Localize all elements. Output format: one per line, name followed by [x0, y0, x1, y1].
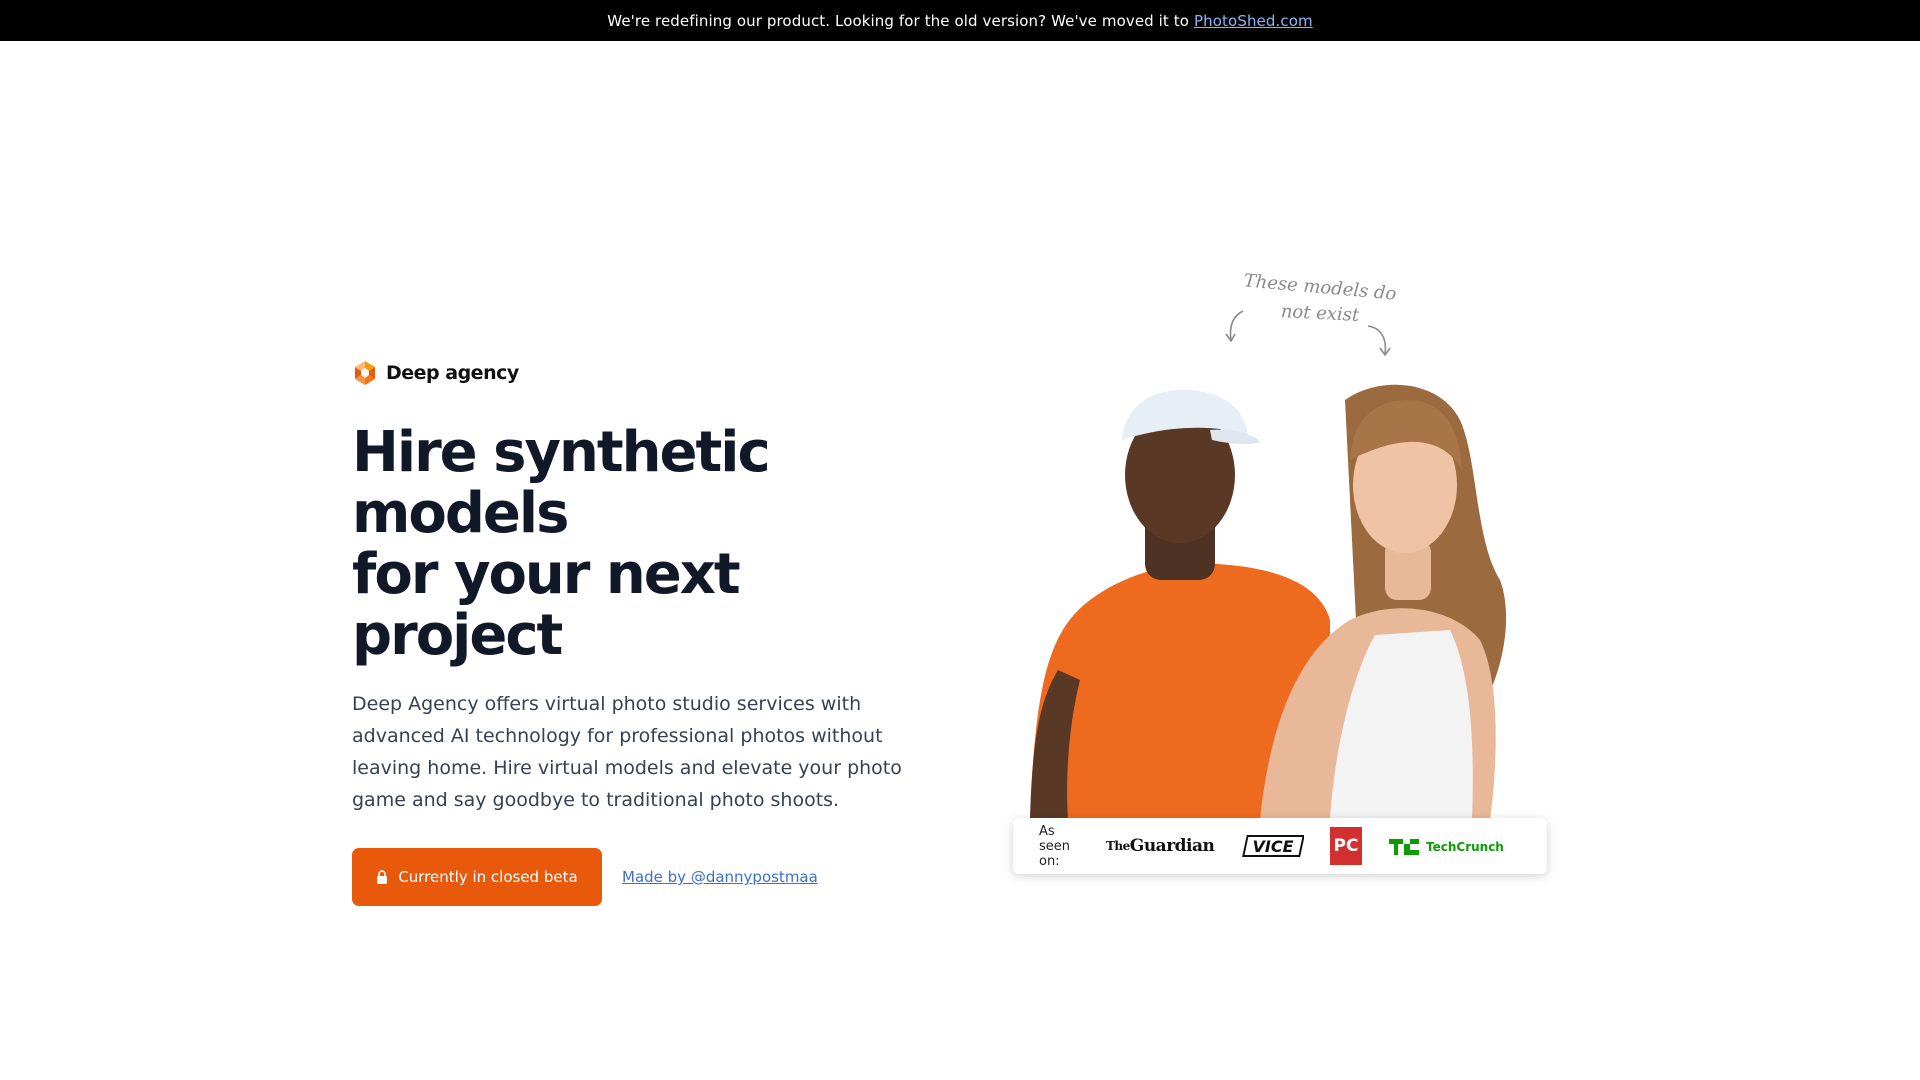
guardian-logo-line1: The — [1106, 838, 1130, 853]
brand[interactable]: Deep agency — [352, 360, 932, 386]
brand-name: Deep agency — [386, 362, 519, 384]
techcrunch-logo: TechCrunch — [1388, 835, 1508, 857]
handwritten-note: These models do not exist — [1230, 270, 1410, 326]
press-bar: As seen on: The Guardian VICE PC TechCru… — [1013, 818, 1547, 874]
vice-logo: VICE — [1240, 834, 1305, 858]
hero-section: Deep agency Hire synthetic models for yo… — [352, 360, 932, 906]
headline-line-2: for your next project — [352, 542, 741, 668]
page-title: Hire synthetic models for your next proj… — [352, 422, 932, 666]
models-illustration: These models do not exist — [1010, 270, 1560, 880]
curved-arrow-right-icon — [1367, 325, 1391, 357]
vice-logo-text: VICE — [1253, 837, 1294, 856]
pcmag-logo-text: PC — [1334, 836, 1359, 856]
closed-beta-label: Currently in closed beta — [398, 868, 578, 886]
photoshed-link[interactable]: PhotoShed.com — [1194, 12, 1313, 30]
announcement-banner: We're redefining our product. Looking fo… — [0, 0, 1920, 41]
hero-description: Deep Agency offers virtual photo studio … — [352, 693, 902, 811]
techcrunch-logo-text: TechCrunch — [1426, 840, 1504, 854]
as-seen-on-label: As seen on: — [1039, 823, 1071, 869]
headline-line-1: Hire synthetic models — [352, 420, 771, 546]
closed-beta-button[interactable]: Currently in closed beta — [352, 848, 602, 906]
curved-arrow-left-icon — [1225, 310, 1244, 343]
guardian-logo-line2: Guardian — [1129, 835, 1215, 856]
deep-agency-logo-icon — [355, 361, 375, 385]
svg-text:TechCrunch: TechCrunch — [1426, 840, 1504, 854]
banner-text: We're redefining our product. Looking fo… — [607, 11, 1190, 30]
synthetic-models-photo — [1030, 384, 1507, 820]
guardian-logo: The Guardian — [1106, 835, 1215, 856]
made-by-link[interactable]: Made by @dannypostmaa — [622, 868, 818, 886]
cta-row: Currently in closed beta Made by @dannyp… — [352, 848, 932, 906]
lock-icon — [377, 870, 388, 884]
pcmag-logo: PC — [1330, 827, 1363, 865]
